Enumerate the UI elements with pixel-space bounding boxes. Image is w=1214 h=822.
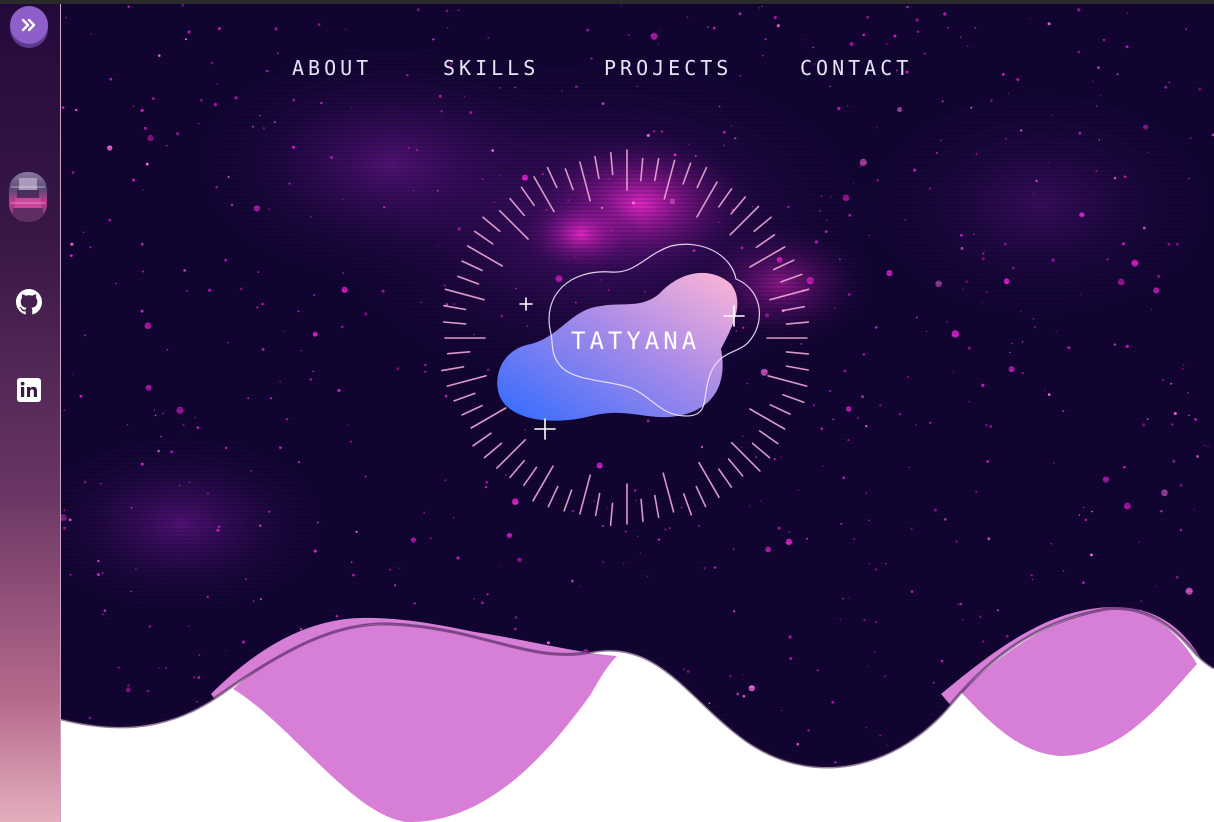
github-icon [16,289,42,315]
avatar[interactable] [9,172,47,222]
github-link[interactable] [14,287,44,317]
linkedin-link[interactable] [14,375,44,405]
browser-top-strip [0,0,1214,4]
hero-section: ABOUT SKILLS PROJECTS CONTACT TATYANA [61,4,1214,822]
nav-item-skills[interactable]: SKILLS [443,56,539,80]
space-background [61,4,1214,822]
chevrons-right-icon [21,18,36,32]
sidebar [0,4,61,822]
hero-name: TATYANA [571,327,701,355]
nav-item-about[interactable]: ABOUT [292,56,372,80]
nav-item-projects[interactable]: PROJECTS [604,56,732,80]
sidebar-toggle-button[interactable] [10,6,48,44]
page: ABOUT SKILLS PROJECTS CONTACT TATYANA [0,0,1214,822]
linkedin-icon [17,378,41,402]
nav-item-contact[interactable]: CONTACT [800,56,912,80]
